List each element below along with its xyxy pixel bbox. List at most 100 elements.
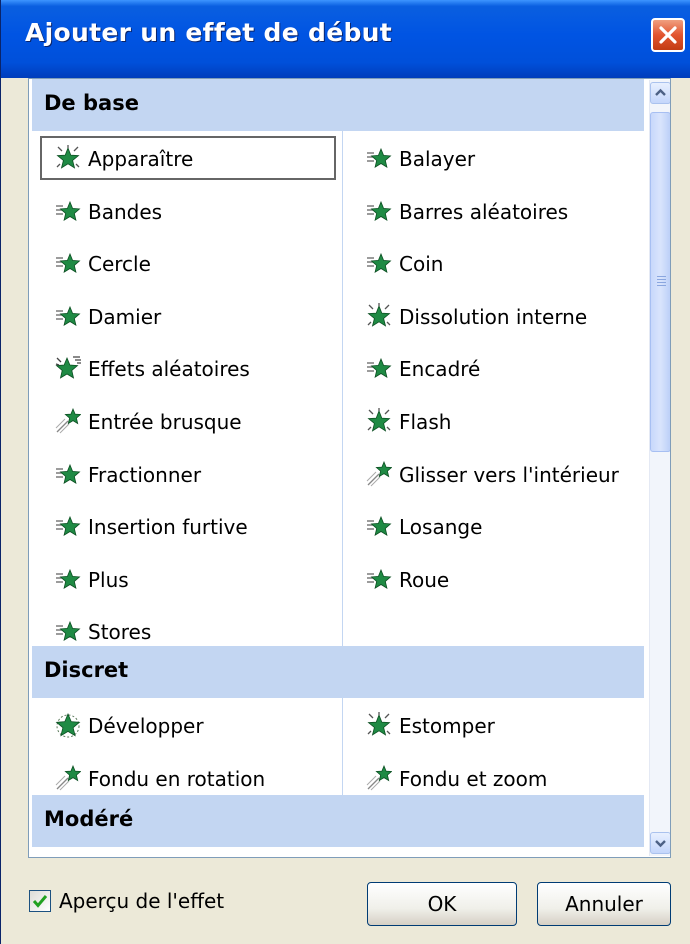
star-appear-icon	[366, 303, 392, 329]
scroll-up-button[interactable]	[650, 82, 670, 104]
star-wipe-icon	[56, 305, 81, 326]
effect-item-losange[interactable]: Losange	[351, 504, 647, 548]
star-fly-icon	[366, 460, 393, 487]
effect-item-label: Insertion furtive	[88, 515, 248, 539]
section-header-discret: Discret	[32, 646, 644, 698]
effect-item-label: Bandes	[88, 200, 163, 224]
effect-item-developper[interactable]: Développer	[40, 703, 336, 747]
effect-item-apparaitre[interactable]: Apparaître	[40, 136, 336, 180]
close-icon	[659, 26, 677, 44]
effect-item-label: Fractionner	[88, 463, 202, 487]
star-wipe-icon	[55, 566, 81, 592]
section-header-label: Modéré	[44, 807, 134, 831]
star-wipe-icon	[366, 355, 392, 381]
effect-item-roue[interactable]: Roue	[351, 557, 647, 601]
preview-effect-checkbox[interactable]	[29, 890, 51, 912]
star-wipe-icon	[55, 618, 81, 644]
section-header-de-base: De base	[32, 79, 644, 131]
effect-item-estomper[interactable]: Estomper	[351, 703, 647, 747]
scrollbar-thumb[interactable]	[650, 112, 670, 452]
effect-item-label: Stores	[88, 620, 152, 644]
star-expand-icon	[55, 712, 81, 738]
star-appear-icon	[366, 408, 392, 434]
effect-item-label: Losange	[399, 515, 483, 539]
effect-item-label: Roue	[399, 568, 450, 592]
star-wipe-icon	[367, 515, 392, 536]
effect-item-label: Entrée brusque	[88, 410, 242, 434]
star-wipe-icon	[367, 568, 392, 589]
star-appear-icon	[367, 303, 391, 327]
chevron-down-icon	[655, 840, 666, 848]
star-fly-icon	[55, 764, 82, 791]
effect-item-glisser-vers-l-interieur[interactable]: Glisser vers l'intérieur	[351, 452, 647, 496]
effect-item-label: Glisser vers l'intérieur	[399, 463, 619, 487]
star-expand-icon	[55, 712, 81, 738]
effect-item-label: Effets aléatoires	[88, 357, 250, 381]
star-wipe-icon	[366, 513, 392, 539]
effect-item-label: Damier	[88, 305, 162, 329]
effect-item-label: Fondu et zoom	[399, 767, 548, 791]
effect-item-fondu-et-zoom[interactable]: Fondu et zoom	[351, 756, 647, 800]
checkmark-icon	[32, 895, 48, 908]
star-wipe-icon	[366, 198, 392, 224]
star-wipe-icon	[56, 568, 81, 589]
star-wipe-icon	[56, 515, 81, 536]
star-wipe-icon	[367, 147, 392, 168]
star-appear-icon	[55, 145, 81, 171]
star-random-icon	[55, 356, 81, 379]
star-wipe-icon	[56, 252, 81, 273]
effect-item-fractionner[interactable]: Fractionner	[40, 452, 336, 496]
star-appear-icon	[367, 408, 391, 432]
star-wipe-icon	[56, 620, 81, 641]
effect-item-cercle[interactable]: Cercle	[40, 241, 336, 285]
effect-item-bandes[interactable]: Bandes	[40, 189, 336, 233]
star-wipe-icon	[367, 357, 392, 378]
effect-item-entree-brusque[interactable]: Entrée brusque	[40, 399, 336, 443]
effect-item-insertion-furtive[interactable]: Insertion furtive	[40, 504, 336, 548]
effect-item-label: Barres aléatoires	[399, 200, 569, 224]
close-button[interactable]	[651, 18, 685, 52]
star-appear-icon	[56, 145, 80, 169]
effects-list[interactable]: De base Apparaître Balayer Bandes Barres alé…	[28, 78, 671, 858]
effect-item-label: Flash	[399, 410, 452, 434]
vertical-scrollbar[interactable]	[649, 80, 670, 856]
star-fly-icon	[366, 764, 393, 791]
effect-item-label: Apparaître	[88, 147, 194, 171]
star-wipe-icon	[366, 250, 392, 276]
effect-item-balayer[interactable]: Balayer	[351, 136, 647, 180]
section-header-label: Discret	[44, 658, 129, 682]
effect-item-barres-aleatoires[interactable]: Barres aléatoires	[351, 189, 647, 233]
effect-item-plus[interactable]: Plus	[40, 557, 336, 601]
star-wipe-icon	[55, 513, 81, 539]
add-entrance-effect-dialog: Ajouter un effet de début De base Apparaî…	[0, 0, 690, 944]
effect-item-label: Dissolution interne	[399, 305, 588, 329]
star-wipe-icon	[366, 145, 392, 171]
preview-effect-label: Aperçu de l'effet	[59, 889, 225, 913]
star-wipe-icon	[367, 252, 392, 273]
effect-item-damier[interactable]: Damier	[40, 294, 336, 338]
star-wipe-icon	[55, 250, 81, 276]
star-fly-icon	[55, 764, 82, 791]
effect-item-encadre[interactable]: Encadré	[351, 346, 647, 390]
title-bar[interactable]: Ajouter un effet de début	[1, 0, 690, 78]
star-wipe-icon	[55, 461, 81, 487]
star-fly-icon	[366, 460, 393, 487]
effect-item-dissolution-interne[interactable]: Dissolution interne	[351, 294, 647, 338]
effect-item-coin[interactable]: Coin	[351, 241, 647, 285]
cancel-button[interactable]: Annuler	[537, 882, 671, 926]
effect-item-label: Estomper	[399, 714, 495, 738]
effect-item-fondu-en-rotation[interactable]: Fondu en rotation	[40, 756, 336, 800]
window-title: Ajouter un effet de début	[25, 18, 392, 47]
star-wipe-icon	[55, 198, 81, 224]
star-random-icon	[55, 355, 81, 381]
effect-item-label: Coin	[399, 252, 444, 276]
effect-item-effets-aleatoires[interactable]: Effets aléatoires	[40, 346, 336, 390]
scroll-down-button[interactable]	[650, 832, 670, 854]
star-appear-icon	[367, 712, 391, 736]
effect-item-label: Encadré	[399, 357, 481, 381]
effect-item-label: Fondu en rotation	[88, 767, 266, 791]
effect-item-flash[interactable]: Flash	[351, 399, 647, 443]
effect-item-label: Balayer	[399, 147, 476, 171]
preview-effect-checkbox-row[interactable]: Aperçu de l'effet	[29, 888, 269, 916]
ok-button[interactable]: OK	[367, 882, 517, 926]
